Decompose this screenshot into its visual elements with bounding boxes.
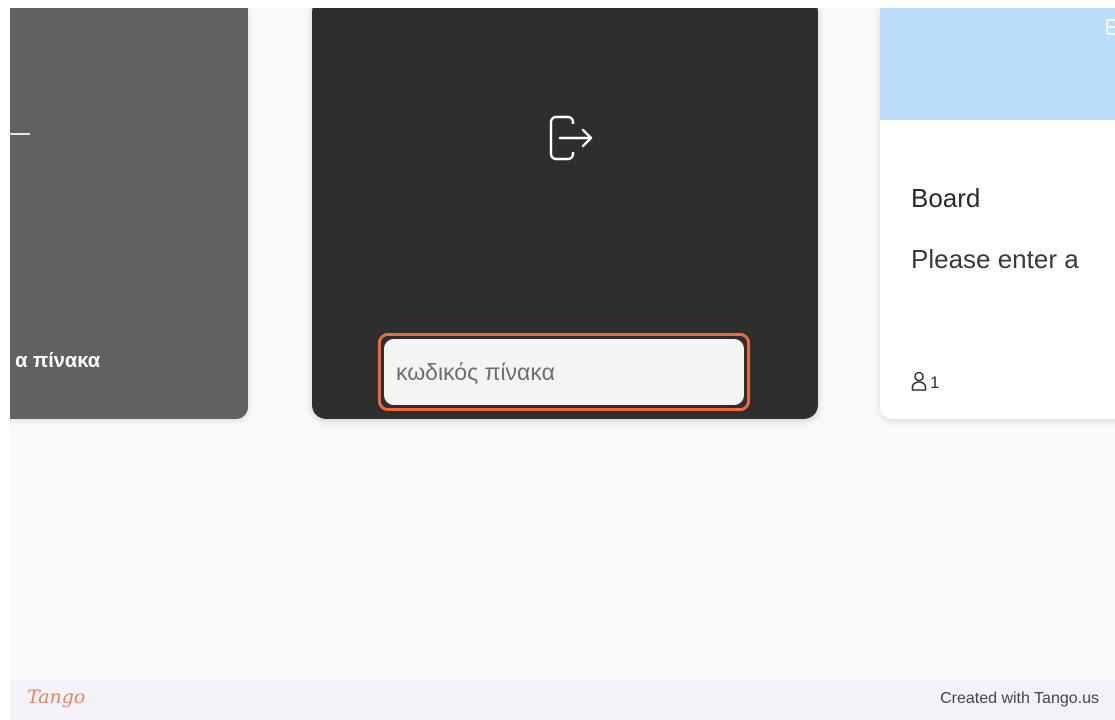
members-indicator: 1 — [911, 371, 939, 391]
code-input-highlight — [378, 333, 750, 411]
tango-footer: Tango Created with Tango.us — [10, 680, 1115, 720]
tango-logo[interactable]: Tango — [27, 686, 85, 708]
join-board-card — [312, 8, 818, 419]
create-board-label: α πίνακα — [15, 350, 100, 372]
board-cover — [880, 8, 1115, 120]
board-description: Please enter a — [911, 244, 1079, 274]
board-title: Board — [911, 183, 981, 213]
board-icon — [1106, 19, 1115, 35]
board-card[interactable]: Board Please enter a 1 — [880, 8, 1115, 419]
members-count: 1 — [930, 373, 940, 392]
plus-icon — [10, 133, 30, 135]
create-board-card[interactable]: α πίνακα — [10, 8, 248, 419]
door-exit-icon — [549, 115, 593, 161]
tango-credit[interactable]: Created with Tango.us — [940, 690, 1099, 708]
person-icon — [911, 371, 927, 391]
screenshot-stage: α πίνακα Board Please enter a — [0, 0, 1115, 720]
board-code-input[interactable] — [384, 339, 744, 405]
boards-canvas: α πίνακα Board Please enter a — [10, 8, 1115, 680]
